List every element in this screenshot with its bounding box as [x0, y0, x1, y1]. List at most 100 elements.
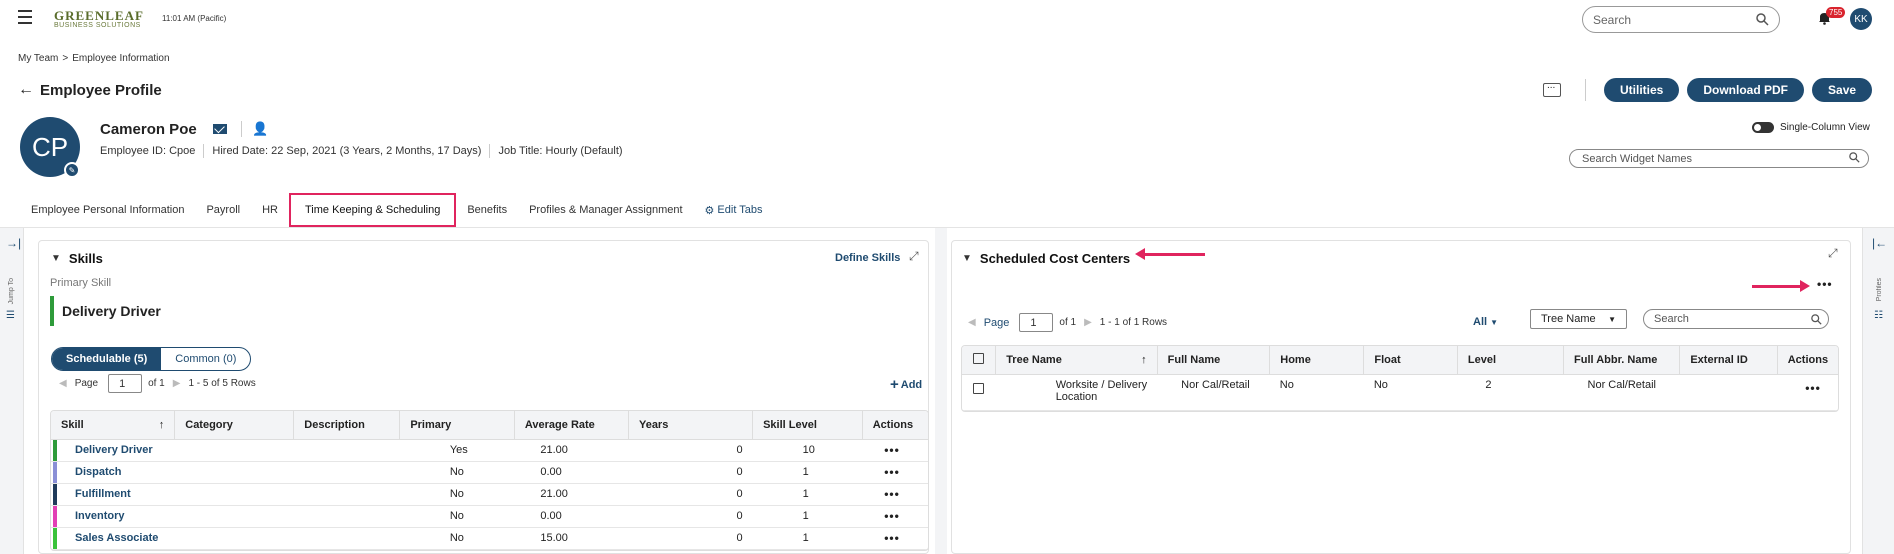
- skill-color-bar: [53, 461, 57, 483]
- more-options-icon[interactable]: •••: [1817, 277, 1833, 291]
- col-tree-name[interactable]: Tree Name ↑: [995, 346, 1158, 375]
- toggle-switch[interactable]: [1752, 122, 1774, 133]
- comment-icon[interactable]: [1543, 80, 1561, 97]
- gear-icon: ⚙: [704, 204, 715, 217]
- next-page-icon[interactable]: ▶: [1084, 317, 1092, 328]
- edit-avatar-pencil-icon[interactable]: ✎: [64, 162, 80, 178]
- sort-up-icon: ↑: [1141, 353, 1147, 366]
- common-tab[interactable]: Common (0): [161, 348, 250, 370]
- breadcrumb: My Team > Employee Information: [18, 53, 170, 64]
- user-key-icon[interactable]: 👤: [241, 121, 268, 137]
- select-all-checkbox[interactable]: [962, 346, 997, 375]
- tab-hr[interactable]: HR: [251, 193, 289, 227]
- global-search-input[interactable]: Search: [1582, 6, 1780, 33]
- collapse-chevron-icon[interactable]: ▼: [962, 253, 972, 264]
- page-number-input[interactable]: 1: [1019, 313, 1054, 332]
- single-column-toggle[interactable]: Single-Column View: [1752, 122, 1870, 133]
- schedulable-tab[interactable]: Schedulable (5): [52, 348, 162, 370]
- edit-tabs-button[interactable]: ⚙ Edit Tabs: [694, 193, 774, 227]
- col-description[interactable]: Description: [293, 411, 401, 440]
- collapse-chevron-icon[interactable]: ▼: [51, 253, 61, 264]
- col-category[interactable]: Category: [174, 411, 295, 440]
- row-checkbox[interactable]: [973, 382, 985, 394]
- header-actions: Utilities Download PDF Save: [1543, 78, 1873, 102]
- col-average-rate[interactable]: Average Rate: [514, 411, 629, 440]
- add-skill-button[interactable]: + Add: [890, 376, 922, 393]
- row-actions-icon[interactable]: •••: [1805, 381, 1821, 395]
- filter-all-dropdown[interactable]: All ▼: [1473, 316, 1498, 328]
- table-row: Worksite / Delivery Location Nor Cal/Ret…: [962, 374, 1838, 411]
- save-button[interactable]: Save: [1812, 78, 1873, 102]
- row-actions-icon[interactable]: •••: [884, 531, 900, 545]
- page-number-input[interactable]: 1: [108, 374, 143, 393]
- expand-right-icon[interactable]: →|: [6, 236, 21, 250]
- row-actions-icon[interactable]: •••: [884, 487, 900, 501]
- row-actions-icon[interactable]: •••: [884, 509, 900, 523]
- caret-down-icon: ▼: [1608, 314, 1616, 324]
- col-primary[interactable]: Primary: [399, 411, 515, 440]
- profiles-list-icon[interactable]: ☷: [1874, 310, 1883, 321]
- job-title: Hourly (Default): [545, 145, 623, 157]
- breadcrumb-my-team[interactable]: My Team: [18, 53, 58, 64]
- sort-up-icon: ↑: [158, 418, 165, 431]
- utilities-button[interactable]: Utilities: [1604, 78, 1680, 102]
- col-skill-level[interactable]: Skill Level: [752, 411, 863, 440]
- user-avatar[interactable]: KK: [1850, 8, 1872, 30]
- row-actions-icon[interactable]: •••: [884, 465, 900, 479]
- define-skills-link[interactable]: Define Skills: [835, 252, 900, 264]
- widget-search-input[interactable]: Search Widget Names: [1569, 149, 1869, 168]
- tab-benefits[interactable]: Benefits: [456, 193, 518, 227]
- col-level[interactable]: Level: [1457, 346, 1565, 375]
- col-float[interactable]: Float: [1363, 346, 1458, 375]
- prev-page-icon[interactable]: ◀: [968, 317, 976, 328]
- employee-meta: Employee ID: Cpoe Hired Date: 22 Sep, 20…: [100, 144, 623, 158]
- col-full-name[interactable]: Full Name: [1157, 346, 1271, 375]
- skill-link[interactable]: Inventory: [51, 505, 175, 528]
- profile-tabs: Employee Personal Information Payroll HR…: [20, 193, 773, 227]
- col-full-abbr-name[interactable]: Full Abbr. Name: [1563, 346, 1681, 375]
- breadcrumb-employee-information[interactable]: Employee Information: [72, 53, 169, 64]
- annotation-arrow: [1135, 248, 1205, 260]
- tab-employee-personal-information[interactable]: Employee Personal Information: [20, 193, 195, 227]
- skill-color-bar: [53, 483, 57, 505]
- skill-link[interactable]: Delivery Driver: [51, 439, 175, 462]
- skills-panel: ▼ Skills Define Skills ⤢ Primary Skill D…: [38, 240, 929, 554]
- caret-down-icon: ▼: [1490, 317, 1498, 327]
- primary-skill: Delivery Driver: [50, 296, 161, 326]
- col-external-id[interactable]: External ID: [1679, 346, 1778, 375]
- hamburger-menu-icon[interactable]: [18, 10, 32, 24]
- expand-left-icon[interactable]: |←: [1872, 236, 1887, 250]
- col-skill[interactable]: Skill ↑: [51, 411, 176, 440]
- next-page-icon[interactable]: ▶: [173, 378, 181, 389]
- mail-icon[interactable]: [213, 124, 227, 134]
- skill-link[interactable]: Dispatch: [51, 461, 175, 484]
- col-actions: Actions: [862, 411, 928, 440]
- hired-date: 22 Sep, 2021 (3 Years, 2 Months, 17 Days…: [271, 145, 482, 157]
- row-actions-icon[interactable]: •••: [884, 443, 900, 457]
- notification-badge: 755: [1826, 7, 1846, 18]
- tab-profiles-manager-assignment[interactable]: Profiles & Manager Assignment: [518, 193, 693, 227]
- search-icon: [1811, 314, 1822, 325]
- col-home[interactable]: Home: [1269, 346, 1365, 375]
- download-pdf-button[interactable]: Download PDF: [1687, 78, 1805, 102]
- cost-centers-search-input[interactable]: Search: [1643, 309, 1829, 329]
- page-title: ← Employee Profile: [18, 81, 162, 99]
- profiles-sidebar: |← Profiles ☷: [1862, 228, 1894, 554]
- expand-icon[interactable]: ⤢: [909, 249, 919, 264]
- skill-link[interactable]: Fulfillment: [51, 483, 175, 506]
- skills-title: Skills: [68, 251, 103, 266]
- tab-payroll[interactable]: Payroll: [195, 193, 251, 227]
- col-years[interactable]: Years: [628, 411, 754, 440]
- company-logo: GREENLEAF BUSINESS SOLUTIONS: [54, 8, 144, 29]
- tab-time-keeping-scheduling[interactable]: Time Keeping & Scheduling: [288, 193, 457, 227]
- sort-select[interactable]: Tree Name ▼: [1530, 309, 1627, 329]
- expand-icon[interactable]: ⤢: [1828, 246, 1838, 261]
- clock: 11:01 AM (Pacific): [162, 14, 227, 23]
- skill-link[interactable]: Sales Associate: [51, 527, 175, 550]
- cost-centers-title: Scheduled Cost Centers: [979, 251, 1131, 266]
- prev-page-icon[interactable]: ◀: [59, 378, 67, 389]
- employee-id: Cpoe: [169, 145, 196, 157]
- table-row: Dispatch No 0.00 0 1 •••: [51, 461, 928, 484]
- jump-list-icon[interactable]: ☰: [6, 310, 15, 321]
- back-arrow-icon[interactable]: ←: [18, 81, 34, 99]
